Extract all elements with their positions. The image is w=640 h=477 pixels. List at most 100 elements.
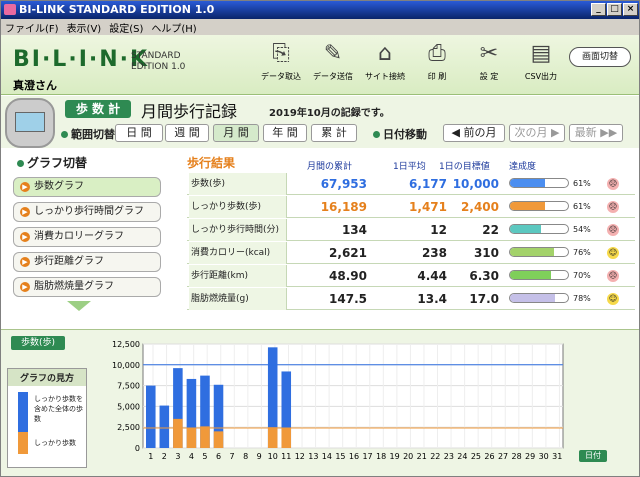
logo: BI·L·I·N·K bbox=[13, 47, 150, 72]
range-year[interactable]: 年 間 bbox=[263, 124, 307, 142]
graph-strong-time-button[interactable]: ▶ しっかり歩行時間グラフ bbox=[13, 202, 161, 222]
csv-icon: ▤ bbox=[530, 41, 552, 66]
frown-icon: ☹ bbox=[607, 178, 619, 190]
results-title: 歩行結果 bbox=[187, 156, 236, 170]
guide-text-total: しっかり歩数を含めた全体の歩数 bbox=[34, 395, 83, 423]
down-arrow-icon bbox=[67, 301, 91, 311]
screen-switch-button[interactable]: 画面切替 bbox=[569, 47, 631, 67]
settings-button[interactable]: ✂ 設 定 bbox=[463, 39, 515, 82]
title-bar: BI-LINK STANDARD EDITION 1.0 _ □ × bbox=[1, 1, 639, 19]
bar-strong bbox=[281, 428, 292, 448]
row-total: 134 bbox=[341, 223, 367, 237]
menu-file[interactable]: ファイル(F) bbox=[1, 19, 63, 36]
x-tick-label: 3 bbox=[175, 452, 180, 461]
guide-text-strong: しっかり歩数 bbox=[34, 439, 76, 447]
arrow-icon: ▶ bbox=[20, 257, 30, 267]
print-button[interactable]: ⎙ 印 刷 bbox=[411, 39, 463, 82]
minimize-button[interactable]: _ bbox=[591, 3, 606, 16]
col-avg: 1日平均 bbox=[393, 162, 426, 172]
bar-strong bbox=[213, 431, 224, 448]
progress-bar bbox=[509, 201, 569, 211]
range-total[interactable]: 累 計 bbox=[311, 124, 357, 142]
graph-distance-button[interactable]: ▶ 歩行距離グラフ bbox=[13, 252, 161, 272]
close-button[interactable]: × bbox=[623, 3, 638, 16]
bar-total bbox=[159, 405, 170, 448]
row-avg: 13.4 bbox=[417, 292, 447, 306]
graph-steps-button[interactable]: ▶ 歩数グラフ bbox=[13, 177, 161, 197]
latest-button[interactable]: 最新 ▶▶ bbox=[569, 124, 623, 142]
menu-view[interactable]: 表示(V) bbox=[63, 19, 106, 36]
site-button[interactable]: ⌂ サイト接続 bbox=[359, 39, 411, 82]
row-pct: 70% bbox=[573, 271, 591, 280]
bar-strong bbox=[200, 426, 210, 448]
import-icon: ⎘ bbox=[272, 41, 290, 66]
result-row: 歩行距離(km) 48.90 4.44 6.30 70% ☹ bbox=[187, 265, 635, 287]
send-button[interactable]: ✎ データ送信 bbox=[307, 39, 359, 82]
x-tick-label: 5 bbox=[202, 452, 207, 461]
menu-settings[interactable]: 設定(S) bbox=[105, 19, 147, 36]
row-goal: 2,400 bbox=[461, 200, 499, 214]
y-tick-label: 10,000 bbox=[112, 361, 140, 370]
range-label: 範囲切替 bbox=[61, 126, 115, 142]
row-label: しっかり歩数(歩) bbox=[189, 196, 287, 218]
col-total: 月間の累計 bbox=[307, 162, 353, 172]
next-month-button[interactable]: 次の月 ▶ bbox=[509, 124, 565, 142]
bar-strong bbox=[173, 418, 183, 448]
x-tick-label: 15 bbox=[335, 452, 345, 461]
frown-icon: ☹ bbox=[607, 224, 619, 236]
graph-fat-button[interactable]: ▶ 脂肪燃焼量グラフ bbox=[13, 277, 161, 297]
menu-help[interactable]: ヘルプ(H) bbox=[147, 19, 200, 36]
guide-title: グラフの見方 bbox=[8, 369, 86, 386]
app-icon bbox=[4, 4, 16, 15]
x-tick-label: 4 bbox=[189, 452, 194, 461]
range-week[interactable]: 週 間 bbox=[165, 124, 209, 142]
maximize-button[interactable]: □ bbox=[607, 3, 622, 16]
x-tick-label: 10 bbox=[268, 452, 278, 461]
bar-strong bbox=[267, 427, 278, 448]
bar-total bbox=[146, 385, 156, 448]
row-total: 147.5 bbox=[329, 292, 367, 306]
result-row: しっかり歩数(歩) 16,189 1,471 2,400 61% ☹ bbox=[187, 196, 635, 218]
x-tick-label: 21 bbox=[417, 452, 427, 461]
csv-button[interactable]: ▤ CSV出力 bbox=[515, 39, 567, 82]
x-tick-label: 28 bbox=[511, 452, 521, 461]
x-tick-label: 25 bbox=[471, 452, 481, 461]
row-total: 2,621 bbox=[329, 246, 367, 260]
progress-bar bbox=[509, 178, 569, 188]
x-tick-label: 19 bbox=[390, 452, 400, 461]
steps-chart: 02,5005,0007,50010,00012,5001 2 3 4 5 6 7 8 9 10 1… bbox=[112, 340, 564, 461]
row-label: 歩行距離(km) bbox=[189, 265, 287, 287]
pedometer-icon bbox=[5, 98, 55, 148]
smile-icon: ☺ bbox=[607, 247, 619, 259]
arrow-icon: ▶ bbox=[20, 207, 30, 217]
x-tick-label: 6 bbox=[216, 452, 221, 461]
result-row: 歩数(歩) 67,953 6,177 10,000 61% ☹ bbox=[187, 173, 635, 195]
row-goal: 6.30 bbox=[469, 269, 499, 283]
x-tick-label: 24 bbox=[457, 452, 467, 461]
x-tick-label: 23 bbox=[444, 452, 454, 461]
row-pct: 61% bbox=[573, 179, 591, 188]
row-avg: 12 bbox=[430, 223, 447, 237]
x-tick-label: 26 bbox=[484, 452, 494, 461]
row-pct: 76% bbox=[573, 248, 591, 257]
x-tick-label: 2 bbox=[162, 452, 167, 461]
row-avg: 6,177 bbox=[409, 177, 447, 191]
range-month[interactable]: 月 間 bbox=[213, 124, 259, 142]
graph-calorie-button[interactable]: ▶ 消費カロリーグラフ bbox=[13, 227, 161, 247]
y-tick-label: 2,500 bbox=[117, 423, 140, 432]
prev-month-button[interactable]: ◀ 前の月 bbox=[443, 124, 505, 142]
row-goal: 10,000 bbox=[452, 177, 499, 191]
app-window: BI-LINK STANDARD EDITION 1.0 _ □ × ファイル(… bbox=[0, 0, 640, 477]
smile-icon: ☺ bbox=[607, 293, 619, 305]
result-row: 消費カロリー(kcal) 2,621 238 310 76% ☺ bbox=[187, 242, 635, 264]
row-pct: 54% bbox=[573, 225, 591, 234]
x-tick-label: 18 bbox=[376, 452, 386, 461]
x-tick-label: 16 bbox=[349, 452, 359, 461]
range-day[interactable]: 日 間 bbox=[115, 124, 163, 142]
row-label: 脂肪燃焼量(g) bbox=[189, 288, 287, 310]
chart-tag: 歩数(歩) bbox=[11, 336, 65, 350]
send-icon: ✎ bbox=[323, 41, 343, 66]
progress-bar bbox=[509, 224, 569, 234]
y-tick-label: 7,500 bbox=[117, 382, 140, 391]
import-button[interactable]: ⎘ データ取込 bbox=[255, 39, 307, 82]
